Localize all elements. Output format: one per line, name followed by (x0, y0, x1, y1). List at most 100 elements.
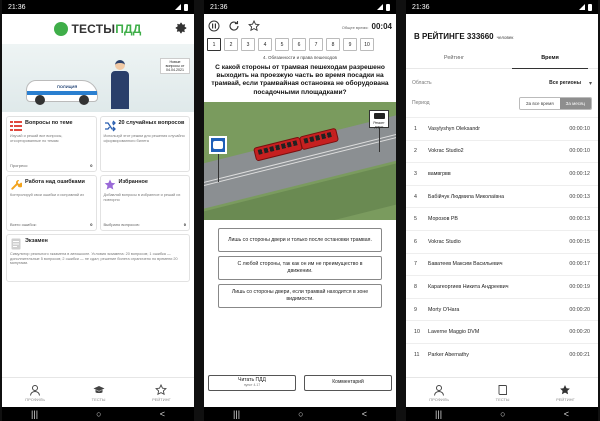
ranking-row[interactable]: 10 Laverne Maggio DVM 00:00:20 (406, 320, 598, 343)
answer-option[interactable]: Лишь со стороны двери и только после ост… (218, 227, 382, 252)
recent-apps-button[interactable]: ||| (31, 409, 38, 419)
total-time-label: Общее время: (341, 24, 369, 30)
answer-option[interactable]: Лишь со стороны двери, если трамвай нахо… (218, 283, 382, 308)
nav-rating[interactable]: РЕЙТИНГ (152, 383, 171, 402)
rank-name: Vokrac Studio2 (428, 148, 464, 155)
nav-rating[interactable]: РЕЙТИНГ (556, 384, 575, 402)
ranking-row[interactable]: 9 Morty O'Hara 00:00:20 (406, 297, 598, 321)
bottom-navigation: ПРОФИЛЬ ТЕСТЫ РЕЙТИНГ (406, 377, 598, 407)
ranking-row[interactable]: 2 Vokrac Studio2 00:00:10 (406, 139, 598, 163)
card-title: 20 случайных вопросов (118, 120, 185, 126)
ranking-row[interactable]: 1 Vasylyshyn Oleksandr 00:00:10 (406, 117, 598, 140)
card-footer-value: 0 (90, 222, 93, 227)
question-illustration: Ремонт дорог (204, 101, 396, 220)
tab-rating[interactable]: Рейтинг (406, 51, 502, 68)
region-filter[interactable]: Область Все регионы ▾ (406, 75, 598, 91)
list-icon (10, 121, 22, 131)
ranking-row[interactable]: 6 Vokrac Studio 00:00:15 (406, 229, 598, 253)
ranking-row[interactable]: 5 Морозов РВ 00:00:13 (406, 207, 598, 230)
status-bar: 21:36 (2, 0, 194, 14)
card-title: Вопросы по теме (25, 120, 73, 126)
read-rules-button[interactable]: Читать ПДД пункт 4.17 (208, 375, 296, 391)
question-number-button[interactable]: 8 (326, 38, 340, 51)
question-number-button[interactable]: 10 (360, 38, 374, 51)
rank-name: Бабійчук Людмила Миколаївна (428, 193, 505, 200)
nav-tests[interactable]: ТЕСТЫ (496, 384, 509, 402)
book-icon (498, 384, 507, 395)
question-number-button[interactable]: 7 (309, 38, 323, 51)
home-button[interactable]: ○ (298, 409, 303, 419)
question-number-button[interactable]: 3 (241, 38, 255, 51)
card-topic-questions[interactable]: Вопросы по теме Изучай и решай все вопро… (6, 116, 97, 172)
question-number-button[interactable]: 1 (207, 38, 221, 51)
question-number-button[interactable]: 6 (292, 38, 306, 51)
period-all-time[interactable]: За все время (519, 97, 560, 109)
rank-name: Vasylyshyn Oleksandr (428, 125, 481, 132)
card-title: Избранное (118, 179, 148, 185)
signal-icon (579, 4, 585, 10)
rating-title: В РЕЙТИНГЕ 333660 человек (406, 14, 598, 51)
region-value: Все регионы (549, 80, 581, 86)
rating-tabs: Рейтинг Время (406, 51, 598, 69)
ranking-row[interactable]: 8 Карагеоргиев Никита Андреевич 00:00:19 (406, 275, 598, 298)
home-button[interactable]: ○ (96, 409, 101, 419)
answer-list: Лишь со стороны двери и только после ост… (204, 220, 396, 308)
back-button[interactable]: < (160, 409, 165, 419)
question-number-button[interactable]: 9 (343, 38, 357, 51)
profile-icon (30, 384, 41, 396)
tab-time[interactable]: Время (502, 51, 598, 69)
question-number-button[interactable]: 4 (258, 38, 272, 51)
back-button[interactable]: < (564, 409, 569, 419)
favorite-star-icon[interactable] (248, 20, 260, 32)
app-logo: ТЕСТЫ ПДД (54, 22, 141, 36)
battery-icon (184, 3, 188, 11)
card-footer-value: 0 (90, 163, 93, 168)
recent-apps-button[interactable]: ||| (435, 409, 442, 419)
nav-profile[interactable]: ПРОФИЛЬ (429, 384, 449, 402)
rank-time: 00:00:10 (569, 148, 590, 155)
home-button[interactable]: ○ (500, 409, 505, 419)
card-description: Изучай и решай все вопросы, отсортирован… (10, 134, 63, 143)
nav-profile[interactable]: ПРОФИЛЬ (25, 384, 45, 402)
restart-icon[interactable] (228, 20, 240, 32)
question-number-button[interactable]: 2 (224, 38, 238, 51)
rank-name: Parker Abernathy (428, 351, 469, 358)
star-icon (104, 179, 115, 190)
question-number-button[interactable]: 5 (275, 38, 289, 51)
period-month[interactable]: За месяц (559, 97, 591, 109)
status-time: 21:36 (210, 3, 228, 11)
status-time: 21:36 (8, 3, 26, 11)
promo-banner[interactable]: ПОЛИЦИЯ Новые вопросы от 04.04.2021 (2, 44, 194, 112)
rank-name: Laverne Maggio DVM (428, 329, 480, 336)
nav-tests[interactable]: ТЕСТЫ (92, 384, 105, 402)
back-button[interactable]: < (362, 409, 367, 419)
status-time: 21:36 (412, 3, 430, 11)
card-mistakes[interactable]: Работа над ошибками Контролируй свои оши… (6, 175, 97, 231)
pause-icon[interactable] (208, 20, 220, 32)
status-icons (579, 3, 592, 11)
rank-name: Morty O'Hara (428, 306, 460, 313)
ranking-row[interactable]: 4 Бабійчук Людмила Миколаївна 00:00:13 (406, 184, 598, 208)
battery-icon (588, 3, 592, 11)
card-favorites[interactable]: Избранное Добавляй вопросы в избранное и… (99, 175, 190, 231)
android-nav-bar: ||| ○ < (2, 407, 194, 421)
car-label: ПОЛИЦИЯ (57, 84, 78, 89)
ranking-row[interactable]: 7 Баватеев Максим Васильевич 00:00:17 (406, 252, 598, 276)
card-exam[interactable]: Экзамен Симулятор реального экзамена в а… (6, 234, 190, 282)
rank-time: 00:00:15 (569, 238, 590, 245)
nav-label: ПРОФИЛЬ (429, 396, 450, 402)
ranking-row[interactable]: 3 вамвгрвв 00:00:12 (406, 162, 598, 185)
rank-number: 3 (414, 170, 417, 177)
rank-name: Морозов РВ (428, 216, 458, 223)
question-toolbar: Общее время: 00:04 (204, 14, 396, 38)
card-random-questions[interactable]: 20 случайных вопросов Используй этот реж… (99, 116, 190, 172)
ranking-row[interactable]: 11 Parker Abernathy 00:00:21 (406, 342, 598, 366)
comment-label: Комментарий (332, 379, 364, 386)
shuffle-icon (104, 120, 116, 132)
comment-button[interactable]: Комментарий (304, 375, 392, 391)
rank-name: Баватеев Максим Васильевич (428, 261, 503, 268)
settings-gear-icon[interactable] (174, 21, 188, 35)
recent-apps-button[interactable]: ||| (233, 409, 240, 419)
answer-option[interactable]: С любой стороны, так как он им не преиму… (218, 255, 382, 280)
total-time: Общее время: 00:04 (342, 22, 392, 31)
